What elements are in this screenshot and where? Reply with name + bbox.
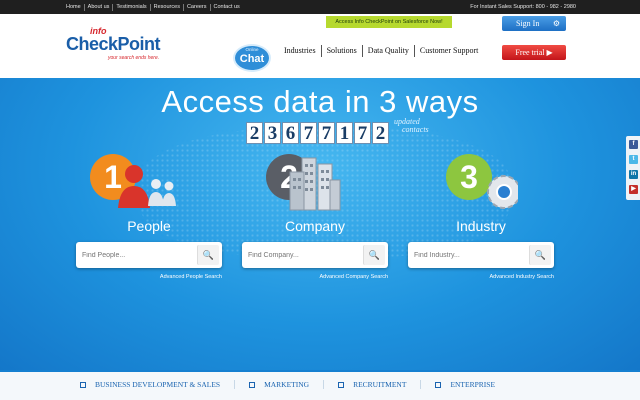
company-search-button[interactable]: 🔍 (363, 245, 385, 265)
category-company: 2 Company 🔍 Advanced Company Search (242, 154, 388, 280)
nav-data-quality[interactable]: Data Quality (361, 45, 414, 57)
top-link-testimonials[interactable]: Testimonials (113, 3, 151, 11)
youtube-icon[interactable]: ▶ (629, 185, 638, 194)
linkedin-icon[interactable]: in (629, 170, 638, 179)
updated-line-2: contacts (402, 125, 429, 134)
gears-icon (487, 175, 518, 209)
nav-industries[interactable]: Industries (282, 45, 321, 57)
top-nav: Home About us Testimonials Resources Car… (64, 0, 243, 14)
top-link-resources[interactable]: Resources (151, 3, 184, 11)
logo[interactable]: info CheckPoint your search ends here. (66, 26, 176, 72)
advanced-industry-search-link[interactable]: Advanced Industry Search (489, 274, 554, 280)
counter-digit: 3 (264, 122, 281, 144)
solution-marketing[interactable]: MARKETING (235, 380, 325, 389)
sales-support-text: For Instant Sales Support: 800 - 982 - 2… (470, 4, 576, 10)
chart-icon (338, 381, 345, 388)
chart-icon (435, 381, 442, 388)
sign-in-label: Sign In (516, 19, 540, 28)
solution-business-development[interactable]: BUSINESS DEVELOPMENT & SALES (66, 380, 236, 389)
search-icon: 🔍 (202, 250, 215, 260)
logo-tagline: your search ends here. (108, 55, 160, 61)
updated-contacts-note: updated contacts (394, 118, 474, 134)
counter-digit: 2 (246, 122, 263, 144)
counter-digit: 7 (318, 122, 335, 144)
chart-icon (249, 381, 256, 388)
live-chat-button[interactable]: Online Chat (233, 44, 271, 74)
solutions-bar: BUSINESS DEVELOPMENT & SALES MARKETING R… (0, 370, 640, 400)
nav-solutions[interactable]: Solutions (320, 45, 362, 57)
counter-digit: 6 (282, 122, 299, 144)
people-title: People (127, 218, 171, 234)
solutions-nav: BUSINESS DEVELOPMENT & SALES MARKETING R… (66, 380, 576, 389)
logo-main: CheckPoint (66, 34, 161, 54)
company-title: Company (285, 218, 345, 234)
counter-digit: 7 (300, 122, 317, 144)
advanced-people-search-link[interactable]: Advanced People Search (160, 274, 222, 280)
company-search-input[interactable] (248, 249, 356, 261)
top-link-contact[interactable]: Contact us (211, 4, 243, 11)
solution-label: BUSINESS DEVELOPMENT & SALES (95, 380, 221, 389)
industry-title: Industry (456, 218, 506, 234)
gear-icon: ⚙ (552, 19, 560, 28)
solution-enterprise[interactable]: ENTERPRISE (421, 380, 509, 389)
nav-customer-support[interactable]: Customer Support (413, 45, 483, 57)
main-nav: Industries Solutions Data Quality Custom… (282, 44, 483, 58)
salesforce-banner[interactable]: Access Info CheckPoint on Salesforce Now… (326, 16, 452, 28)
contacts-counter: 2 3 6 7 7 1 7 2 (246, 122, 390, 144)
solution-recruitment[interactable]: RECRUITMENT (324, 380, 422, 389)
chat-live-label: Online (245, 47, 259, 52)
industry-search-button[interactable]: 🔍 (529, 245, 551, 265)
category-people: 1 People 🔍 Advanced People Search (76, 154, 222, 280)
counter-digit: 2 (372, 122, 389, 144)
search-icon: 🔍 (368, 250, 381, 260)
buildings-icon (289, 157, 341, 211)
people-search-button[interactable]: 🔍 (197, 245, 219, 265)
sign-in-button[interactable]: Sign In ⚙ (502, 16, 566, 31)
top-link-about[interactable]: About us (85, 3, 114, 11)
advanced-company-search-link[interactable]: Advanced Company Search (320, 274, 388, 280)
twitter-icon[interactable]: t (629, 155, 638, 164)
counter-digit: 1 (336, 122, 353, 144)
social-sidebar: f t in ▶ (626, 136, 640, 200)
category-industry: 3 Industry 🔍 Advanced Industry Search (408, 154, 554, 280)
free-trial-button[interactable]: Free trial ▶ (502, 45, 566, 60)
search-icon: 🔍 (534, 250, 547, 260)
solution-label: MARKETING (264, 380, 310, 389)
company-search-box: 🔍 (242, 242, 388, 268)
hero-headline: Access data in 3 ways (161, 84, 479, 119)
solution-label: ENTERPRISE (450, 380, 496, 389)
people-search-input[interactable] (82, 249, 190, 261)
facebook-icon[interactable]: f (629, 140, 638, 149)
chat-label: Chat (239, 53, 265, 65)
industry-search-input[interactable] (414, 249, 522, 261)
solution-label: RECRUITMENT (353, 380, 407, 389)
top-bar: Home About us Testimonials Resources Car… (0, 0, 640, 14)
hero: Access data in 3 ways 2 3 6 7 7 1 7 2 up… (0, 78, 640, 370)
chart-icon (80, 381, 86, 388)
top-link-careers[interactable]: Careers (184, 3, 211, 11)
header: info CheckPoint your search ends here. A… (0, 14, 640, 78)
counter-digit: 7 (354, 122, 371, 144)
people-icon (118, 165, 176, 208)
top-link-home[interactable]: Home (64, 3, 85, 11)
industry-search-box: 🔍 (408, 242, 554, 268)
people-search-box: 🔍 (76, 242, 222, 268)
